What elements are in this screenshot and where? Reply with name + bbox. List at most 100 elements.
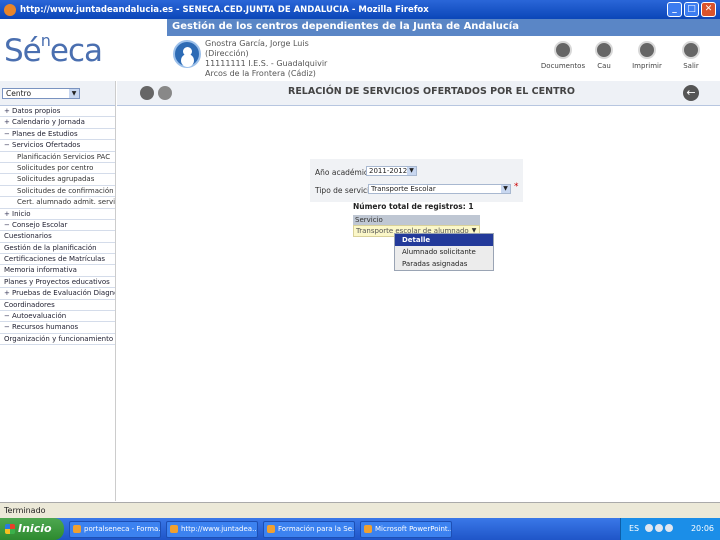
collapse-icon: − bbox=[4, 141, 10, 150]
sidebar-item-label: Memoria informativa bbox=[4, 266, 77, 275]
cau-button[interactable]: Cau bbox=[586, 41, 622, 70]
minimize-button[interactable]: _ bbox=[667, 2, 682, 17]
sidebar-menu-item[interactable]: Memoria informativa bbox=[0, 265, 115, 277]
sidebar-item-label: Certificaciones de Matrículas bbox=[4, 255, 106, 264]
main-content: RELACIÓN DE SERVICIOS OFERTADOS POR EL C… bbox=[117, 81, 720, 501]
sidebar-item-label: Organización y funcionamiento del centro bbox=[4, 334, 115, 343]
navigate-down-icon[interactable] bbox=[140, 86, 154, 100]
user-center: 11111111 I.E.S. - Guadalquivir bbox=[205, 59, 328, 68]
chevron-down-icon: ▼ bbox=[501, 185, 510, 193]
sidebar-menu-item[interactable]: Coordinadores bbox=[0, 300, 115, 312]
page-title: RELACIÓN DE SERVICIOS OFERTADOS POR EL C… bbox=[288, 86, 575, 97]
sidebar-menu-item[interactable]: Planes y Proyectos educativos bbox=[0, 277, 115, 289]
user-info: Gnostra García, Jorge Luis (Dirección) 1… bbox=[205, 39, 327, 79]
user-name: Gnostra García, Jorge Luis bbox=[205, 39, 309, 48]
sidebar: Centro ▼ + Datos propios + Calendario y Jor… bbox=[0, 81, 116, 501]
sidebar-menu-item[interactable]: Planificación Servicios PAC bbox=[0, 152, 115, 163]
record-count: Número total de registros: 1 bbox=[353, 202, 474, 211]
tray-icon[interactable] bbox=[655, 524, 663, 532]
header-toolbar: Documentos Cau Imprimir Salir bbox=[540, 41, 710, 70]
sidebar-menu-item[interactable]: Cuestionarios bbox=[0, 231, 115, 243]
window-title-bar: http://www.juntadeandalucia.es - SENECA.… bbox=[0, 0, 720, 19]
exit-icon bbox=[682, 41, 700, 59]
sidebar-menu-item[interactable]: + Calendario y Jornada bbox=[0, 117, 115, 129]
centro-bar: Centro ▼ bbox=[0, 81, 115, 106]
seneca-logo: Séneca bbox=[4, 30, 103, 69]
required-marker: * bbox=[514, 182, 519, 192]
sidebar-item-label: Consejo Escolar bbox=[12, 220, 68, 229]
window-title: http://www.juntadeandalucia.es - SENECA.… bbox=[20, 4, 429, 15]
sidebar-menu-item[interactable]: Solicitudes de confirmación y baja bbox=[0, 186, 115, 198]
task-item[interactable]: Formación para la Se... bbox=[263, 520, 355, 538]
sidebar-menu-item[interactable]: Cert. alumnado admit. servicio bbox=[0, 197, 115, 209]
firefox-icon bbox=[4, 3, 16, 16]
sidebar-menu-item[interactable]: − Planes de Estudios bbox=[0, 129, 115, 141]
maximize-button[interactable]: □ bbox=[684, 2, 699, 17]
chevron-down-icon: ▼ bbox=[407, 167, 416, 175]
menu-item-alumnado-solicitante[interactable]: Alumnado solicitante bbox=[395, 246, 493, 258]
centro-select[interactable]: Centro ▼ bbox=[2, 88, 80, 99]
sidebar-item-label: Recursos humanos bbox=[12, 323, 79, 332]
documents-icon bbox=[554, 41, 572, 59]
start-button[interactable]: Inicio bbox=[0, 518, 64, 540]
language-indicator[interactable]: ES bbox=[629, 518, 639, 540]
back-arrow-icon[interactable]: ← bbox=[683, 85, 699, 101]
imprimir-button[interactable]: Imprimir bbox=[622, 41, 672, 70]
system-tray: ES 20:06 bbox=[620, 518, 720, 540]
task-item[interactable]: http://www.juntadea... bbox=[166, 520, 258, 538]
sidebar-menu-item[interactable]: +Pruebas de Evaluación Diagnóstico bbox=[0, 288, 115, 300]
printer-icon bbox=[638, 41, 656, 59]
year-select[interactable]: 2011-2012 ▼ bbox=[366, 166, 417, 176]
close-window-button[interactable]: ✕ bbox=[701, 2, 716, 17]
tray-icons bbox=[645, 524, 673, 532]
service-type-select[interactable]: Transporte Escolar ▼ bbox=[368, 184, 511, 194]
sidebar-menu-item[interactable]: Organización y funcionamiento del centro bbox=[0, 334, 115, 346]
sidebar-item-label: Planes de Estudios bbox=[12, 129, 78, 138]
sidebar-menu-item[interactable]: + Datos propios bbox=[0, 106, 115, 118]
sidebar-item-label: Solicitudes agrupadas bbox=[17, 175, 95, 184]
sidebar-menu-item[interactable]: Solicitudes agrupadas bbox=[0, 174, 115, 186]
user-role: (Dirección) bbox=[205, 49, 249, 58]
context-menu: Detalle Alumnado solicitante Paradas asi… bbox=[394, 233, 494, 271]
window-controls: _ □ ✕ bbox=[667, 2, 716, 17]
sidebar-item-label: Pruebas de Evaluación Diagnóstico bbox=[12, 289, 115, 298]
tray-icon[interactable] bbox=[665, 524, 673, 532]
menu-item-detalle[interactable]: Detalle bbox=[395, 234, 493, 246]
menu-item-paradas-asignadas[interactable]: Paradas asignadas bbox=[395, 258, 493, 270]
collapse-icon: − bbox=[4, 312, 10, 321]
salir-button[interactable]: Salir bbox=[672, 41, 710, 70]
chevron-down-icon: ▼ bbox=[69, 89, 79, 98]
sidebar-item-label: Datos propios bbox=[12, 107, 61, 115]
sidebar-item-label: Planificación Servicios PAC bbox=[17, 152, 111, 161]
collapse-icon: − bbox=[4, 323, 10, 332]
documentos-button[interactable]: Documentos bbox=[540, 41, 586, 70]
grid-header: Servicio bbox=[353, 215, 480, 225]
sidebar-item-label: Inicio bbox=[12, 209, 31, 218]
sidebar-item-label: Servicios Ofertados bbox=[12, 141, 81, 150]
collapse-icon: − bbox=[4, 220, 10, 229]
expand-icon: + bbox=[4, 209, 10, 218]
filter-form: Año académico: 2011-2012 ▼ Tipo de servic… bbox=[310, 159, 523, 202]
sidebar-menu-item[interactable]: − Consejo Escolar bbox=[0, 220, 115, 232]
sidebar-menu-item[interactable]: − Servicios Ofertados bbox=[0, 140, 115, 152]
sidebar-item-label: Solicitudes por centro bbox=[17, 163, 94, 172]
taskbar: Inicio portalseneca - Forma... http://ww… bbox=[0, 518, 720, 540]
main-toolbar: RELACIÓN DE SERVICIOS OFERTADOS POR EL C… bbox=[117, 81, 720, 106]
sidebar-menu-item[interactable]: Gestión de la planificación bbox=[0, 243, 115, 255]
task-item[interactable]: portalseneca - Forma... bbox=[69, 520, 161, 538]
sidebar-menu-item[interactable]: + Inicio bbox=[0, 209, 115, 220]
status-bar: Terminado bbox=[0, 502, 720, 518]
sidebar-item-label: Solicitudes de confirmación y baja bbox=[17, 186, 115, 195]
sidebar-menu-item[interactable]: − Autoevaluación bbox=[0, 311, 115, 323]
task-item[interactable]: Microsoft PowerPoint... bbox=[360, 520, 452, 538]
user-avatar-icon bbox=[173, 40, 201, 68]
group-icon[interactable] bbox=[158, 86, 172, 100]
sidebar-menu-item[interactable]: Solicitudes por centro bbox=[0, 163, 115, 175]
app-title: Gestión de los centros dependientes de l… bbox=[172, 21, 519, 32]
sidebar-menu-item[interactable]: Certificaciones de Matrículas bbox=[0, 254, 115, 266]
tray-icon[interactable] bbox=[645, 524, 653, 532]
sidebar-menu-item[interactable]: − Recursos humanos bbox=[0, 322, 115, 334]
sidebar-item-label: Calendario y Jornada bbox=[12, 118, 85, 127]
expand-icon: + bbox=[4, 118, 10, 127]
sidebar-item-label: Planes y Proyectos educativos bbox=[4, 277, 110, 286]
